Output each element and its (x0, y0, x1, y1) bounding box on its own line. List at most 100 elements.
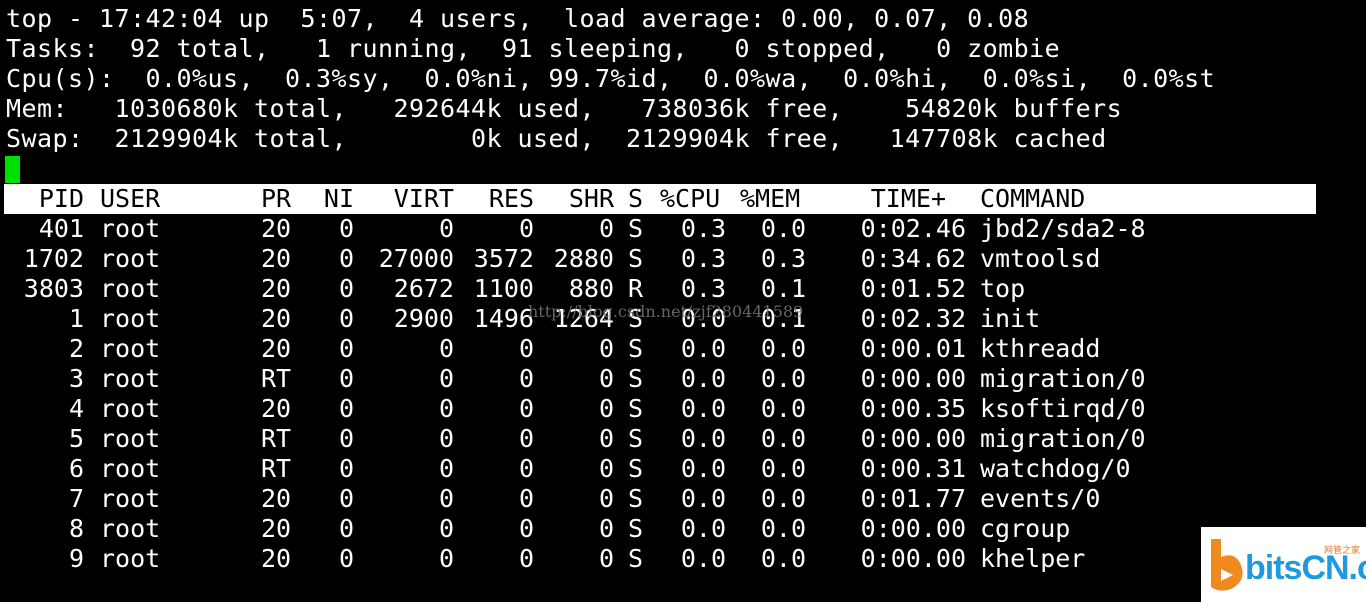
cell-cpu: 0.3 (680, 214, 726, 243)
terminal-window[interactable]: top - 17:42:04 up 5:07, 4 users, load av… (0, 0, 1366, 602)
cell-pr: 20 (261, 544, 292, 573)
cell-mem: 0.0 (760, 544, 806, 573)
cell-pr: 20 (261, 514, 292, 543)
cell-mem: 0.0 (760, 424, 806, 453)
cell-pr: 20 (261, 214, 292, 243)
cell-pid: 1702 (23, 244, 84, 273)
cell-cpu: 0.0 (680, 334, 726, 363)
cell-user: root (100, 544, 161, 573)
cell-shr: 0 (598, 424, 614, 453)
cell-cpu: 0.0 (680, 394, 726, 423)
cell-time: 0:01.77 (860, 484, 966, 513)
column-header-pr: PR (261, 184, 292, 213)
cell-pr: 20 (261, 274, 292, 303)
cell-virt: 0 (438, 394, 454, 423)
cell-virt: 0 (438, 484, 454, 513)
cell-s: S (628, 514, 644, 543)
cell-ni: 0 (338, 334, 354, 363)
cell-cpu: 0.3 (680, 244, 726, 273)
cell-s: S (628, 544, 644, 573)
cell-s: S (628, 334, 644, 363)
cell-pid: 7 (68, 484, 84, 513)
cell-pid: 6 (68, 454, 84, 483)
cell-res: 1496 (473, 304, 534, 333)
cell-pr: 20 (261, 394, 292, 423)
cell-command: jbd2/sda2-8 (980, 214, 1146, 243)
column-header-command: COMMAND (980, 184, 1086, 213)
cell-res: 1100 (473, 274, 534, 303)
table-row: 401 root 20 0 0 0 0 S 0.3 0.0 0:02.46 jbd2/sda2-8 (4, 214, 1316, 244)
cell-shr: 0 (598, 214, 614, 243)
cell-command: watchdog/0 (980, 454, 1131, 483)
cell-res: 0 (518, 334, 534, 363)
cell-mem: 0.0 (760, 334, 806, 363)
column-header-shr: SHR (568, 184, 614, 213)
cell-pid: 3803 (23, 274, 84, 303)
cell-pr: 20 (261, 334, 292, 363)
terminal-cursor (5, 156, 20, 183)
cell-res: 0 (518, 454, 534, 483)
cell-mem: 0.3 (760, 244, 806, 273)
column-header-res: RES (488, 184, 534, 213)
logo-b-icon (1211, 539, 1243, 591)
cell-s: S (628, 454, 644, 483)
cell-mem: 0.0 (760, 454, 806, 483)
cell-shr: 0 (598, 484, 614, 513)
cell-time: 0:34.62 (860, 244, 966, 273)
cell-pr: 20 (261, 484, 292, 513)
table-row: 9 root 20 0 0 0 0 S 0.0 0.0 0:00.00 khelper (4, 544, 1316, 574)
table-row: 3 root RT 0 0 0 0 S 0.0 0.0 0:00.00 migration/0 (4, 364, 1316, 394)
cell-cpu: 0.0 (680, 424, 726, 453)
cell-pid: 8 (68, 514, 84, 543)
cell-user: root (100, 484, 161, 513)
column-header-virt: VIRT (393, 184, 454, 213)
cell-s: S (628, 364, 644, 393)
cell-cpu: 0.0 (680, 364, 726, 393)
table-row: 3803 root 20 0 2672 1100 880 R 0.3 0.1 0:01.52 top (4, 274, 1316, 304)
cell-cpu: 0.3 (680, 274, 726, 303)
cell-time: 0:00.31 (860, 454, 966, 483)
table-row: 8 root 20 0 0 0 0 S 0.0 0.0 0:00.00 cgroup (4, 514, 1316, 544)
cell-ni: 0 (338, 454, 354, 483)
cell-pid: 3 (68, 364, 84, 393)
cell-shr: 2880 (553, 244, 614, 273)
cell-s: S (628, 394, 644, 423)
cell-mem: 0.1 (760, 274, 806, 303)
cell-mem: 0.0 (760, 514, 806, 543)
cell-res: 0 (518, 394, 534, 423)
table-row: 5 root RT 0 0 0 0 S 0.0 0.0 0:00.00 migration/0 (4, 424, 1316, 454)
column-header-ni: NI (323, 184, 354, 213)
cell-pid: 4 (68, 394, 84, 423)
cell-mem: 0.0 (760, 394, 806, 423)
cell-virt: 0 (438, 214, 454, 243)
logo-subtitle: 网管之家 (1323, 546, 1360, 556)
summary-swap-line: Swap: 2129904k total, 0k used, 2129904k … (6, 124, 1107, 153)
cell-shr: 0 (598, 394, 614, 423)
cell-user: root (100, 394, 161, 423)
cell-command: migration/0 (980, 364, 1146, 393)
cell-cpu: 0.0 (680, 454, 726, 483)
cell-time: 0:01.52 (860, 274, 966, 303)
cell-s: S (628, 214, 644, 243)
cell-command: events/0 (980, 484, 1101, 513)
cell-pr: RT (261, 424, 292, 453)
cell-ni: 0 (338, 514, 354, 543)
cell-command: migration/0 (980, 424, 1146, 453)
cell-time: 0:00.00 (860, 424, 966, 453)
cell-s: S (628, 484, 644, 513)
cell-user: root (100, 454, 161, 483)
cell-user: root (100, 304, 161, 333)
cell-ni: 0 (338, 274, 354, 303)
cell-user: root (100, 334, 161, 363)
cell-ni: 0 (338, 544, 354, 573)
cell-mem: 0.0 (760, 364, 806, 393)
cell-pid: 2 (68, 334, 84, 363)
cell-res: 0 (518, 214, 534, 243)
cell-time: 0:02.46 (860, 214, 966, 243)
cell-pr: 20 (261, 244, 292, 273)
cell-virt: 0 (438, 364, 454, 393)
cell-pid: 1 (68, 304, 84, 333)
cell-virt: 0 (438, 334, 454, 363)
cell-ni: 0 (338, 304, 354, 333)
cell-pr: RT (261, 454, 292, 483)
